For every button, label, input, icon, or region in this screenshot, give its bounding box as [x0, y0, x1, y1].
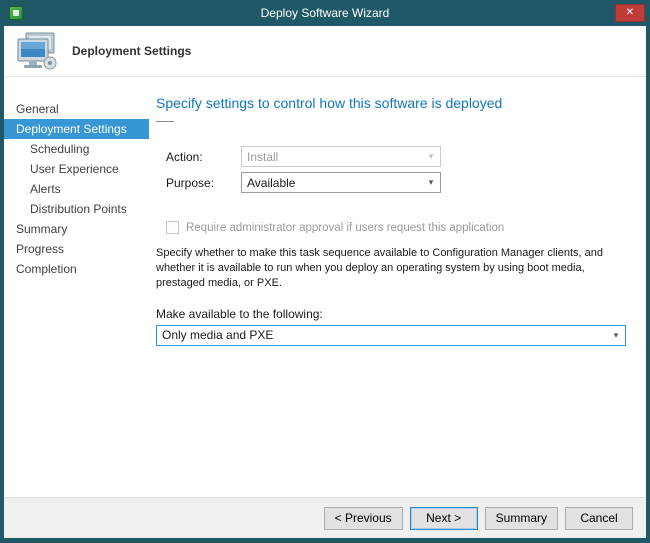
action-dropdown: Install ▾ [241, 146, 441, 167]
sidebar-item-deployment-settings[interactable]: Deployment Settings [4, 119, 149, 139]
availability-description: Specify whether to make this task sequen… [156, 246, 626, 291]
sidebar-item-completion[interactable]: Completion [4, 259, 149, 279]
action-row: Action: Install ▾ [166, 146, 626, 167]
sidebar-item-distribution-points[interactable]: Distribution Points [4, 199, 149, 219]
deployment-computer-icon [14, 31, 60, 71]
next-button[interactable]: Next > [410, 507, 478, 530]
deploy-software-wizard-window: Deploy Software Wizard ✕ [0, 0, 650, 543]
wizard-header: Deployment Settings [4, 26, 646, 77]
sidebar-item-progress[interactable]: Progress [4, 239, 149, 259]
close-button[interactable]: ✕ [615, 4, 645, 22]
action-value: Install [247, 150, 278, 164]
purpose-row: Purpose: Available ▾ [166, 172, 626, 193]
summary-button[interactable]: Summary [485, 507, 558, 530]
purpose-value: Available [247, 176, 295, 190]
approval-checkbox-label: Require administrator approval if users … [186, 222, 504, 234]
wizard-steps-sidebar: GeneralDeployment SettingsSchedulingUser… [4, 77, 149, 497]
close-icon: ✕ [626, 8, 634, 18]
action-label: Action: [166, 150, 241, 164]
wizard-body: GeneralDeployment SettingsSchedulingUser… [4, 77, 646, 497]
sidebar-item-alerts[interactable]: Alerts [4, 179, 149, 199]
purpose-dropdown[interactable]: Available ▾ [241, 172, 441, 193]
sidebar-item-scheduling[interactable]: Scheduling [4, 139, 149, 159]
purpose-label: Purpose: [166, 176, 241, 190]
client-area: Deployment Settings GeneralDeployment Se… [4, 26, 646, 538]
footer-buttons: < Previous Next > Summary Cancel [4, 497, 646, 538]
chevron-down-icon: ▾ [423, 148, 439, 165]
chevron-down-icon: ▾ [608, 327, 624, 344]
chevron-down-icon: ▾ [423, 174, 439, 191]
sidebar-item-summary[interactable]: Summary [4, 219, 149, 239]
approval-checkbox [166, 221, 179, 234]
approval-checkbox-row: Require administrator approval if users … [166, 221, 626, 234]
sidebar-item-user-experience[interactable]: User Experience [4, 159, 149, 179]
previous-button[interactable]: < Previous [324, 507, 403, 530]
cancel-button[interactable]: Cancel [565, 507, 633, 530]
page-content: Specify settings to control how this sof… [149, 77, 646, 497]
make-available-dropdown[interactable]: Only media and PXE ▾ [156, 325, 626, 346]
header-title: Deployment Settings [72, 44, 191, 58]
wizard-app-icon [9, 6, 23, 20]
sidebar-item-general[interactable]: General [4, 99, 149, 119]
make-available-value: Only media and PXE [162, 328, 273, 342]
page-heading: Specify settings to control how this sof… [156, 95, 626, 111]
make-available-label: Make available to the following: [156, 307, 626, 321]
titlebar: Deploy Software Wizard ✕ [0, 0, 650, 26]
window-title: Deploy Software Wizard [261, 6, 390, 20]
heading-divider [156, 121, 174, 122]
